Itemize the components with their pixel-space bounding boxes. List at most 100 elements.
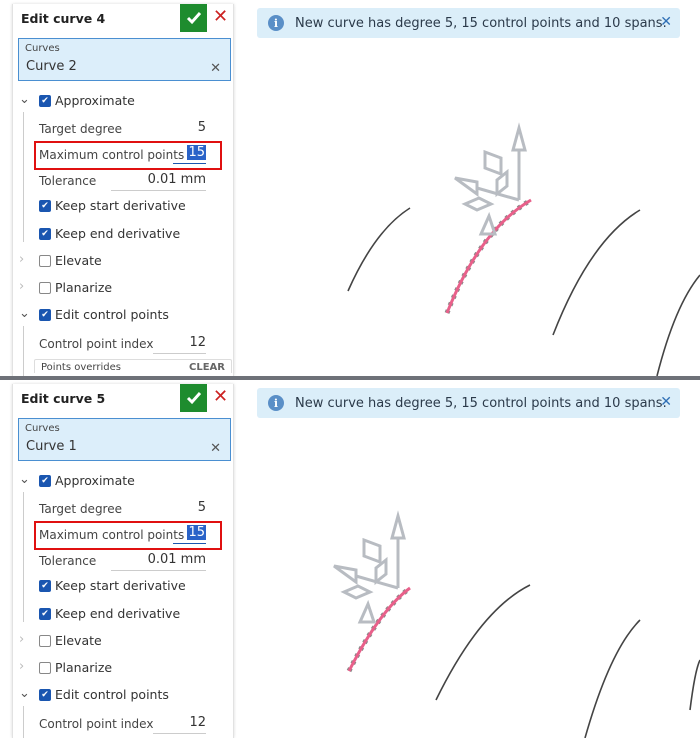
clear-button[interactable]: CLEAR [189, 362, 225, 373]
chevron-right-icon[interactable]: › [19, 659, 24, 674]
control-point-index-input[interactable]: 12 [153, 335, 206, 350]
checkbox[interactable]: ✔ [39, 607, 51, 620]
dismiss-banner-button[interactable]: ✕ [660, 14, 672, 30]
target-degree-input[interactable]: 5 [163, 500, 206, 515]
sketch-curve [689, 659, 700, 711]
keep-end-derivative-checkbox[interactable]: ✔ Keep end derivative [39, 226, 180, 241]
control-point-index-input[interactable]: 12 [153, 715, 206, 730]
chevron-down-icon[interactable]: ⌄ [19, 686, 30, 701]
dismiss-banner-button[interactable]: ✕ [660, 394, 672, 410]
close-icon: ✕ [213, 6, 229, 27]
screenshot-edit-curve-5: Edit curve 5 ✕ Curves Curve 1 ✕ ⌄ ✔ Appro… [0, 380, 700, 738]
info-banner: i New curve has degree 5, 15 control poi… [257, 8, 680, 38]
tolerance-label: Tolerance [39, 554, 97, 568]
sketch-curve [552, 209, 641, 336]
sketch-curve [435, 584, 531, 701]
sketch-curve [656, 274, 700, 376]
check-icon [186, 12, 201, 25]
label: Elevate [55, 633, 102, 648]
close-icon: ✕ [213, 386, 229, 407]
approximate-checkbox[interactable]: ✔ Approximate [39, 473, 135, 488]
label: Elevate [55, 253, 102, 268]
checkbox[interactable]: ✔ [39, 227, 51, 240]
cancel-button[interactable]: ✕ [213, 6, 228, 27]
checkbox[interactable]: ✔ [39, 308, 51, 321]
keep-end-derivative-checkbox[interactable]: ✔ Keep end derivative [39, 606, 180, 621]
elevate-checkbox[interactable]: Elevate [39, 253, 102, 268]
max-control-points-label: Maximum control points [39, 528, 185, 542]
curves-selection-field[interactable]: Curves Curve 2 ✕ [18, 38, 231, 81]
checkbox[interactable] [39, 254, 51, 267]
approximate-checkbox[interactable]: ✔ Approximate [39, 93, 135, 108]
chevron-down-icon[interactable]: ⌄ [19, 306, 30, 321]
max-control-points-input[interactable]: 15 [187, 525, 206, 540]
label: Planarize [55, 660, 113, 675]
keep-start-derivative-checkbox[interactable]: ✔ Keep start derivative [39, 578, 186, 593]
feature-dialog: Edit curve 5 ✕ Curves Curve 1 ✕ ⌄ ✔ Appro… [12, 384, 234, 738]
group-line [23, 326, 24, 376]
input-underline [111, 190, 206, 191]
label: Keep end derivative [55, 606, 181, 621]
tolerance-input[interactable]: 0.01 mm [111, 172, 206, 187]
edit-control-points-checkbox[interactable]: ✔ Edit control points [39, 307, 169, 322]
confirm-button[interactable] [180, 4, 207, 32]
input-underline [111, 570, 206, 571]
checkbox[interactable]: ✔ [39, 688, 51, 701]
elevate-checkbox[interactable]: Elevate [39, 633, 102, 648]
curves-label: Curves [25, 423, 60, 434]
checkbox[interactable]: ✔ [39, 579, 51, 592]
feature-dialog: Edit curve 4 ✕ Curves Curve 2 ✕ ⌄ ✔ Appro… [12, 4, 234, 376]
sketch-curve [347, 207, 411, 292]
info-banner: i New curve has degree 5, 15 control poi… [257, 388, 680, 418]
checkbox[interactable]: ✔ [39, 94, 51, 107]
keep-start-derivative-checkbox[interactable]: ✔ Keep start derivative [39, 198, 186, 213]
group-line [23, 492, 24, 622]
chevron-right-icon[interactable]: › [19, 252, 24, 267]
chevron-down-icon[interactable]: ⌄ [19, 472, 30, 487]
banner-message: New curve has degree 5, 15 control point… [295, 395, 667, 411]
input-underline [153, 353, 206, 354]
label: Keep start derivative [55, 198, 186, 213]
max-control-points-input[interactable]: 15 [187, 145, 206, 160]
chevron-right-icon[interactable]: › [19, 632, 24, 647]
points-overrides-list[interactable]: Points overrides CLEAR [34, 359, 232, 373]
checkbox[interactable]: ✔ [39, 199, 51, 212]
chevron-down-icon[interactable]: ⌄ [19, 92, 30, 107]
planarize-checkbox[interactable]: Planarize [39, 660, 112, 675]
curves-value: Curve 2 [26, 59, 77, 74]
cancel-button[interactable]: ✕ [213, 386, 228, 407]
target-degree-label: Target degree [39, 502, 122, 516]
points-overrides-label: Points overrides [41, 362, 121, 373]
checkbox[interactable] [39, 634, 51, 647]
edit-control-points-checkbox[interactable]: ✔ Edit control points [39, 687, 169, 702]
label: Edit control points [55, 307, 169, 322]
group-line [23, 112, 24, 242]
label: Approximate [55, 473, 135, 488]
confirm-button[interactable] [180, 384, 207, 412]
planarize-checkbox[interactable]: Planarize [39, 280, 112, 295]
label: Keep end derivative [55, 226, 181, 241]
checkbox[interactable]: ✔ [39, 474, 51, 487]
curves-value: Curve 1 [26, 439, 77, 454]
label: Approximate [55, 93, 135, 108]
tolerance-label: Tolerance [39, 174, 97, 188]
selected-curve [347, 586, 411, 672]
target-degree-label: Target degree [39, 122, 122, 136]
clear-selection-icon[interactable]: ✕ [210, 441, 221, 456]
label: Keep start derivative [55, 578, 186, 593]
target-degree-input[interactable]: 5 [163, 120, 206, 135]
sketch-curve [584, 619, 641, 738]
label: Edit control points [55, 687, 169, 702]
checkbox[interactable] [39, 281, 51, 294]
control-polygon [346, 585, 412, 673]
transform-manipulator [454, 122, 527, 236]
info-icon: i [268, 15, 284, 31]
checkbox[interactable] [39, 661, 51, 674]
tolerance-input[interactable]: 0.01 mm [111, 552, 206, 567]
curves-selection-field[interactable]: Curves Curve 1 ✕ [18, 418, 231, 461]
label: Planarize [55, 280, 113, 295]
input-underline [153, 733, 206, 734]
clear-selection-icon[interactable]: ✕ [210, 61, 221, 76]
chevron-right-icon[interactable]: › [19, 279, 24, 294]
info-icon: i [268, 395, 284, 411]
